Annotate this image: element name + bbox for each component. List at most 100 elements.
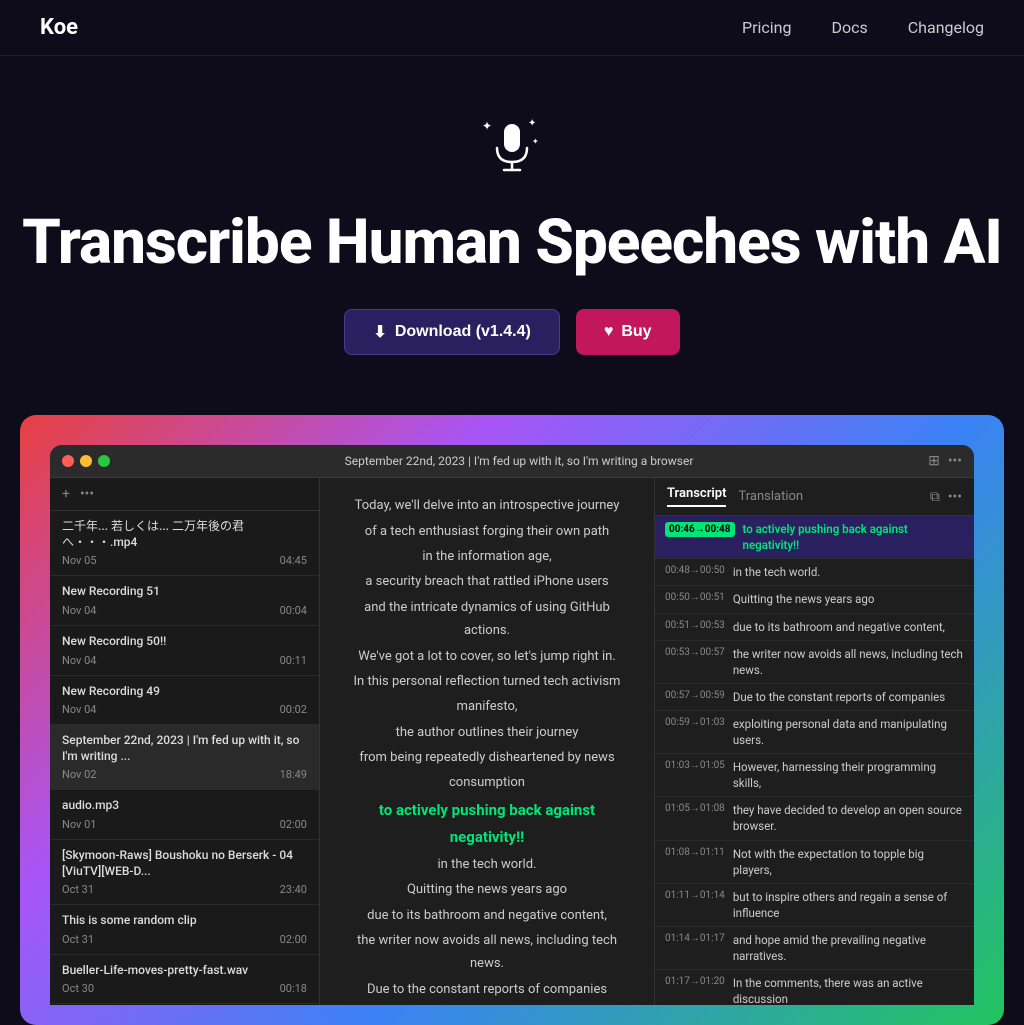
center-line: manifesto,: [344, 695, 630, 718]
recording-date: Oct 30: [62, 982, 94, 995]
transcript-item[interactable]: 00:50→00:51 Quitting the news years ago: [655, 586, 974, 613]
window-title: September 22nd, 2023 | I'm fed up with i…: [118, 454, 920, 468]
recording-item[interactable]: New Recording 51 Nov 04 00:04: [50, 576, 319, 626]
transcript-segment-text: to actively pushing back against negativ…: [743, 521, 964, 553]
center-line: a security breach that rattled iPhone us…: [344, 570, 630, 593]
recording-duration: 00:11: [280, 654, 307, 667]
recording-item[interactable]: New Recording 50!! Nov 04 00:11: [50, 626, 319, 676]
transcript-item[interactable]: 01:11→01:14 but to inspire others and re…: [655, 884, 974, 927]
center-line: to actively pushing back against negativ…: [344, 797, 630, 851]
center-line: of a tech enthusiast forging their own p…: [344, 520, 630, 543]
window-action-icon-1[interactable]: ⊞: [928, 453, 940, 469]
recording-duration: 00:18: [280, 982, 307, 995]
center-line: exploiting personal data and manipulatin…: [344, 1003, 630, 1005]
tab-transcript[interactable]: Transcript: [667, 486, 726, 507]
recording-duration: 02:00: [280, 933, 307, 946]
recording-title: Bueller-Life-moves-pretty-fast.wav: [62, 963, 307, 979]
recording-date: Nov 02: [62, 768, 96, 781]
transcript-segment-text: However, harnessing their programming sk…: [733, 759, 964, 791]
title-bar-actions: ⊞ •••: [928, 453, 962, 469]
recording-item[interactable]: New Recording 49 Nov 04 00:02: [50, 676, 319, 726]
maximize-button[interactable]: [98, 455, 110, 467]
recording-title: New Recording 49: [62, 684, 307, 700]
transcript-item[interactable]: 00:59→01:03 exploiting personal data and…: [655, 711, 974, 754]
transcript-item[interactable]: 01:03→01:05 However, harnessing their pr…: [655, 754, 974, 797]
right-panel: Transcript Translation ⧉ ••• 00:46→00:48…: [654, 478, 974, 1005]
hero-title: Transcribe Human Speeches with AI: [20, 209, 1004, 277]
center-line: due to its bathroom and negative content…: [344, 904, 630, 927]
transcript-item[interactable]: 01:14→01:17 and hope amid the prevailing…: [655, 927, 974, 970]
transcript-item[interactable]: 01:08→01:11 Not with the expectation to …: [655, 841, 974, 884]
center-line: consumption: [344, 771, 630, 794]
svg-text:✦: ✦: [482, 119, 492, 133]
recordings-list: 二千年... 若しくは... 二万年後の君へ・・・.mp4 Nov 05 04:…: [50, 511, 319, 1005]
recordings-sidebar: + ••• 二千年... 若しくは... 二万年後の君へ・・・.mp4 Nov …: [50, 478, 320, 1005]
center-line: the writer now avoids all news, includin…: [344, 929, 630, 976]
more-options-icon[interactable]: •••: [80, 486, 94, 502]
recording-item[interactable]: 二千年... 若しくは... 二万年後の君へ・・・.mp4 Nov 05 04:…: [50, 511, 319, 576]
center-line: Today, we'll delve into an introspective…: [344, 494, 630, 517]
recording-date: Nov 04: [62, 703, 96, 716]
recording-item[interactable]: audio.mp3 Nov 01 02:00: [50, 790, 319, 840]
transcript-segment-text: the writer now avoids all news, includin…: [733, 646, 964, 678]
sidebar-header: + •••: [50, 478, 319, 511]
transcript-segment-text: they have decided to develop an open sou…: [733, 802, 964, 834]
transcript-item[interactable]: 00:57→00:59 Due to the constant reports …: [655, 684, 974, 711]
center-line: in the information age,: [344, 545, 630, 568]
transcript-time: 00:53→00:57: [665, 647, 725, 658]
center-line: Quitting the news years ago: [344, 878, 630, 901]
recording-duration: 04:45: [280, 554, 307, 567]
close-button[interactable]: [62, 455, 74, 467]
center-text-content: Today, we'll delve into an introspective…: [344, 494, 630, 1005]
recording-title: September 22nd, 2023 | I'm fed up with i…: [62, 733, 307, 764]
center-line: In this personal reflection turned tech …: [344, 670, 630, 693]
recording-item[interactable]: [Skymoon-Raws] Boushoku no Berserk - 04 …: [50, 840, 319, 905]
transcript-item[interactable]: 00:51→00:53 due to its bathroom and nega…: [655, 614, 974, 641]
app-body: + ••• 二千年... 若しくは... 二万年後の君へ・・・.mp4 Nov …: [50, 478, 974, 1005]
nav-docs[interactable]: Docs: [832, 18, 868, 37]
recording-date: Nov 04: [62, 604, 96, 617]
transcript-segment-text: and hope amid the prevailing negative na…: [733, 932, 964, 964]
nav-pricing[interactable]: Pricing: [742, 18, 792, 37]
minimize-button[interactable]: [80, 455, 92, 467]
recording-date: Nov 04: [62, 654, 96, 667]
transcript-item[interactable]: 00:46→00:48 to actively pushing back aga…: [655, 516, 974, 559]
recording-item[interactable]: This is some random clip Oct 31 02:00: [50, 905, 319, 955]
transcript-time: 01:11→01:14: [665, 890, 725, 901]
transcript-item[interactable]: 00:48→00:50 in the tech world.: [655, 559, 974, 586]
transcript-segment-text: Quitting the news years ago: [733, 591, 875, 607]
sidebar-header-icons: + •••: [62, 486, 94, 502]
center-line: from being repeatedly disheartened by ne…: [344, 746, 630, 769]
recording-title: 二千年... 若しくは... 二万年後の君へ・・・.mp4: [62, 519, 307, 550]
transcript-time: 00:50→00:51: [665, 592, 725, 603]
navbar: Koe Pricing Docs Changelog: [0, 0, 1024, 56]
right-panel-header: Transcript Translation ⧉ •••: [655, 478, 974, 516]
center-line: in the tech world.: [344, 853, 630, 876]
recording-duration: 23:40: [280, 883, 307, 896]
download-button[interactable]: ⬇ Download (v1.4.4): [344, 309, 559, 355]
recording-item[interactable]: New Recording 44 Oct 30 00:02: [50, 1004, 319, 1005]
transcript-time: 00:51→00:53: [665, 620, 725, 631]
recording-item[interactable]: September 22nd, 2023 | I'm fed up with i…: [50, 725, 319, 790]
recording-item[interactable]: Bueller-Life-moves-pretty-fast.wav Oct 3…: [50, 955, 319, 1005]
nav-links: Pricing Docs Changelog: [742, 18, 984, 37]
transcript-time: 01:03→01:05: [665, 760, 725, 771]
center-line: and the intricate dynamics of using GitH…: [344, 596, 630, 643]
download-icon: ⬇: [373, 322, 386, 342]
recording-date: Oct 31: [62, 883, 94, 896]
transcript-item[interactable]: 00:53→00:57 the writer now avoids all ne…: [655, 641, 974, 684]
transcript-item[interactable]: 01:05→01:08 they have decided to develop…: [655, 797, 974, 840]
center-line: We've got a lot to cover, so let's jump …: [344, 645, 630, 668]
window-action-icon-2[interactable]: •••: [948, 453, 962, 469]
tab-translation[interactable]: Translation: [738, 489, 803, 504]
transcript-time: 00:59→01:03: [665, 717, 725, 728]
add-recording-icon[interactable]: +: [62, 486, 70, 502]
svg-text:✦: ✦: [528, 118, 536, 129]
traffic-lights: [62, 455, 110, 467]
transcript-item[interactable]: 01:17→01:20 In the comments, there was a…: [655, 970, 974, 1005]
more-icon[interactable]: •••: [948, 489, 962, 505]
copy-icon[interactable]: ⧉: [930, 489, 940, 505]
nav-changelog[interactable]: Changelog: [908, 18, 984, 37]
transcript-time: 01:14→01:17: [665, 933, 725, 944]
buy-button[interactable]: ♥ Buy: [576, 309, 680, 355]
